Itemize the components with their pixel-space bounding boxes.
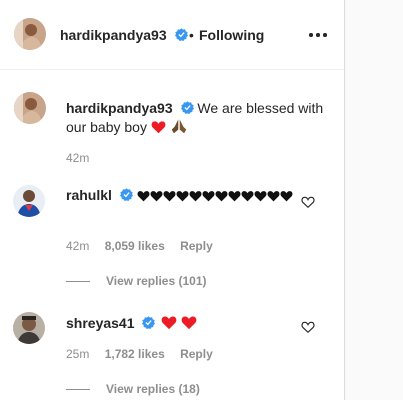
reply-button[interactable]: Reply bbox=[180, 239, 213, 253]
comment-likes[interactable]: 8,059 likes bbox=[105, 239, 165, 253]
folded-hands-icon bbox=[171, 119, 187, 134]
comment-meta: 42m 8,059 likes Reply bbox=[66, 239, 225, 253]
comment-likes[interactable]: 1,782 likes bbox=[105, 347, 165, 361]
comments-column: hardikpandya93 • Following hardikpandya9… bbox=[0, 0, 344, 400]
view-replies-button[interactable]: View replies (101) bbox=[66, 274, 207, 288]
comment-text: rahulkl bbox=[66, 186, 296, 205]
verified-badge-icon bbox=[119, 188, 133, 201]
black-heart-icon bbox=[150, 191, 163, 202]
comment-text: shreyas41 bbox=[66, 314, 296, 333]
comment-meta: 25m 1,782 likes Reply bbox=[66, 347, 225, 361]
heart-outline-icon[interactable] bbox=[301, 195, 315, 209]
view-replies-button[interactable]: View replies (18) bbox=[66, 382, 200, 396]
heart-outline-icon[interactable] bbox=[301, 320, 315, 334]
black-heart-icon bbox=[176, 191, 189, 202]
black-heart-icon bbox=[280, 191, 293, 202]
more-options-icon[interactable] bbox=[308, 26, 328, 42]
black-heart-icon bbox=[189, 191, 202, 202]
black-heart-icon bbox=[267, 191, 280, 202]
post-header: hardikpandya93 • Following bbox=[0, 0, 344, 70]
right-pane bbox=[345, 0, 403, 400]
reply-button[interactable]: Reply bbox=[180, 347, 213, 361]
post-caption: hardikpandya93 We are blessed with our b… bbox=[66, 99, 338, 137]
verified-badge-icon bbox=[180, 101, 194, 114]
comment-username[interactable]: rahulkl bbox=[66, 187, 112, 203]
post-comments-panel: hardikpandya93 • Following hardikpandya9… bbox=[0, 0, 403, 400]
black-heart-icon bbox=[215, 191, 228, 202]
comment-username[interactable]: shreyas41 bbox=[66, 315, 135, 331]
post-author-username[interactable]: hardikpandya93 bbox=[60, 27, 188, 43]
divider bbox=[66, 281, 90, 283]
black-heart-icon bbox=[228, 191, 241, 202]
black-heart-icon bbox=[163, 191, 176, 202]
black-heart-icon bbox=[241, 191, 254, 202]
avatar[interactable] bbox=[13, 185, 45, 217]
avatar[interactable] bbox=[13, 312, 45, 344]
caption-username[interactable]: hardikpandya93 bbox=[66, 100, 173, 116]
caption-timestamp[interactable]: 42m bbox=[66, 151, 89, 165]
black-heart-icon bbox=[137, 191, 150, 202]
black-heart-icon bbox=[254, 191, 267, 202]
red-heart-icon bbox=[161, 316, 177, 330]
black-heart-emojis bbox=[137, 187, 293, 203]
divider bbox=[66, 389, 90, 391]
avatar[interactable] bbox=[14, 18, 46, 50]
following-button[interactable]: Following bbox=[199, 27, 264, 43]
verified-badge-icon bbox=[174, 28, 188, 41]
avatar[interactable] bbox=[14, 92, 46, 124]
black-heart-icon bbox=[202, 191, 215, 202]
separator-dot: • bbox=[189, 27, 194, 43]
comment-timestamp[interactable]: 42m bbox=[66, 239, 89, 253]
comment-timestamp[interactable]: 25m bbox=[66, 347, 89, 361]
verified-badge-icon bbox=[142, 316, 156, 329]
red-heart-icon bbox=[181, 316, 197, 330]
red-heart-icon bbox=[151, 121, 166, 134]
